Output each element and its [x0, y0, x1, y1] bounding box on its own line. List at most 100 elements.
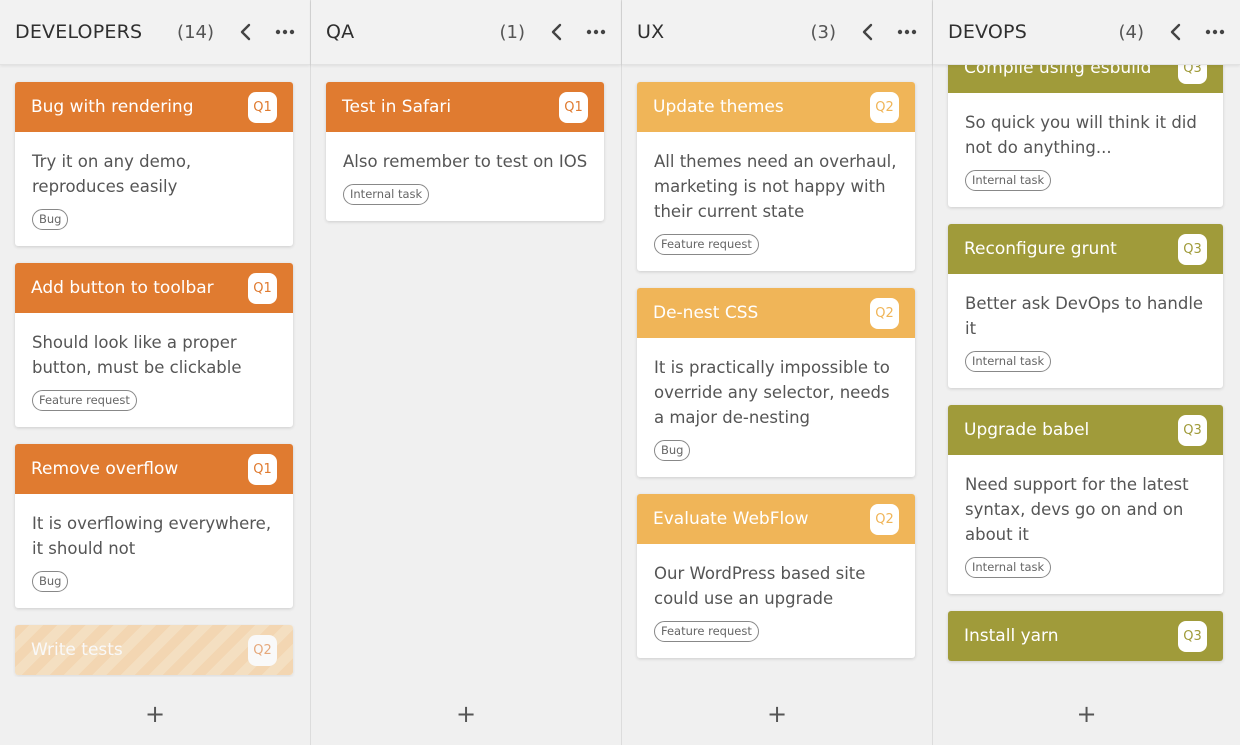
card-tag: Internal task [965, 351, 1052, 372]
task-card-dragging[interactable]: Write tests Q2 [15, 625, 293, 675]
quarter-badge: Q3 [1178, 620, 1207, 652]
task-card[interactable]: Reconfigure grunt Q3 Better ask DevOps t… [948, 224, 1223, 388]
card-header: Compile using esbuild Q3 [948, 65, 1223, 93]
card-title: Add button to toolbar [31, 278, 214, 298]
column-header: UX (3) [622, 0, 932, 65]
card-description: Should look like a proper button, must b… [32, 333, 242, 377]
card-title: Bug with rendering [31, 97, 194, 117]
task-card[interactable]: Bug with rendering Q1 Try it on any demo… [15, 82, 293, 246]
task-card[interactable]: De-nest CSS Q2 It is practically impossi… [637, 288, 915, 477]
column-header: DEVOPS (4) [933, 0, 1240, 65]
card-body: It is practically impossible to override… [637, 338, 915, 477]
quarter-badge: Q1 [248, 91, 277, 123]
card-description: Also remember to test on IOS [343, 152, 588, 171]
card-description: All themes need an overhaul, marketing i… [654, 152, 897, 221]
card-header: Reconfigure grunt Q3 [948, 224, 1223, 274]
task-card[interactable]: Upgrade babel Q3 Need support for the la… [948, 405, 1223, 594]
column-count: (14) [177, 21, 214, 43]
column-title: DEVELOPERS [15, 21, 143, 43]
card-header: Install yarn Q3 [948, 611, 1223, 661]
card-description: Need support for the latest syntax, devs… [965, 475, 1189, 544]
collapse-chevron-icon[interactable] [545, 21, 567, 43]
more-options-icon[interactable] [1204, 21, 1226, 43]
card-title: Install yarn [964, 626, 1059, 646]
quarter-badge: Q1 [559, 91, 588, 123]
task-card[interactable]: Compile using esbuild Q3 So quick you wi… [948, 65, 1223, 207]
card-tag: Internal task [965, 557, 1052, 578]
quarter-badge: Q3 [1178, 65, 1207, 84]
card-body: Our WordPress based site could use an up… [637, 544, 915, 658]
column-developers: DEVELOPERS (14) Bug with rendering Q1 Tr… [0, 0, 311, 745]
quarter-badge: Q1 [248, 453, 277, 485]
column-body: Test in Safari Q1 Also remember to test … [311, 65, 621, 745]
card-tag: Internal task [343, 184, 430, 205]
card-description: So quick you will think it did not do an… [965, 113, 1197, 157]
task-card[interactable]: Test in Safari Q1 Also remember to test … [326, 82, 604, 221]
card-header: Evaluate WebFlow Q2 [637, 494, 915, 544]
card-header: Bug with rendering Q1 [15, 82, 293, 132]
card-tag: Bug [32, 209, 69, 230]
more-options-icon[interactable] [585, 21, 607, 43]
add-card-button[interactable]: + [311, 683, 621, 745]
card-title: Update themes [653, 97, 784, 117]
column-header: QA (1) [311, 0, 621, 65]
column-title: UX [637, 21, 665, 43]
column-count: (4) [1118, 21, 1145, 43]
collapse-chevron-icon[interactable] [234, 21, 256, 43]
card-tag: Feature request [654, 234, 759, 255]
column-header: DEVELOPERS (14) [0, 0, 310, 65]
quarter-badge: Q2 [248, 634, 277, 666]
column-devops: DEVOPS (4) Compile using esbuild Q3 So q… [933, 0, 1240, 745]
card-description: Better ask DevOps to handle it [965, 294, 1204, 338]
card-title: Test in Safari [342, 97, 452, 117]
column-count: (1) [499, 21, 526, 43]
card-title: Write tests [31, 640, 123, 660]
column-count: (3) [810, 21, 837, 43]
card-body: All themes need an overhaul, marketing i… [637, 132, 915, 271]
add-card-button[interactable]: + [622, 683, 932, 745]
column-title: QA [326, 21, 355, 43]
task-card[interactable]: Install yarn Q3 [948, 611, 1223, 661]
card-tag: Bug [654, 440, 691, 461]
card-title: De-nest CSS [653, 303, 759, 323]
card-header: Upgrade babel Q3 [948, 405, 1223, 455]
task-card[interactable]: Update themes Q2 All themes need an over… [637, 82, 915, 271]
add-card-button[interactable]: + [933, 683, 1240, 745]
quarter-badge: Q2 [870, 297, 899, 329]
card-tag: Feature request [654, 621, 759, 642]
card-body: Also remember to test on IOS Internal ta… [326, 132, 604, 221]
card-description: It is overflowing everywhere, it should … [32, 514, 272, 558]
card-title: Reconfigure grunt [964, 239, 1117, 259]
more-options-icon[interactable] [896, 21, 918, 43]
card-header: De-nest CSS Q2 [637, 288, 915, 338]
collapse-chevron-icon[interactable] [856, 21, 878, 43]
column-qa: QA (1) Test in Safari Q1 Also remember t… [311, 0, 622, 745]
kanban-board: DEVELOPERS (14) Bug with rendering Q1 Tr… [0, 0, 1240, 745]
card-title: Compile using esbuild [964, 65, 1152, 78]
card-body: Try it on any demo, reproduces easily Bu… [15, 132, 293, 246]
task-card[interactable]: Evaluate WebFlow Q2 Our WordPress based … [637, 494, 915, 658]
task-card[interactable]: Add button to toolbar Q1 Should look lik… [15, 263, 293, 427]
card-title: Remove overflow [31, 459, 179, 479]
card-description: Our WordPress based site could use an up… [654, 564, 866, 608]
card-body: It is overflowing everywhere, it should … [15, 494, 293, 608]
card-header: Update themes Q2 [637, 82, 915, 132]
card-tag: Feature request [32, 390, 137, 411]
card-body: Should look like a proper button, must b… [15, 313, 293, 427]
quarter-badge: Q3 [1178, 233, 1207, 265]
column-body: Update themes Q2 All themes need an over… [622, 65, 932, 745]
quarter-badge: Q2 [870, 91, 899, 123]
card-header: Remove overflow Q1 [15, 444, 293, 494]
task-card[interactable]: Remove overflow Q1 It is overflowing eve… [15, 444, 293, 608]
more-options-icon[interactable] [274, 21, 296, 43]
quarter-badge: Q2 [870, 503, 899, 535]
column-body: Compile using esbuild Q3 So quick you wi… [933, 65, 1240, 745]
add-card-button[interactable]: + [0, 683, 310, 745]
card-tag: Internal task [965, 170, 1052, 191]
column-body: Bug with rendering Q1 Try it on any demo… [0, 65, 310, 745]
card-description: It is practically impossible to override… [654, 358, 890, 427]
card-header: Write tests Q2 [15, 625, 293, 675]
card-body: Need support for the latest syntax, devs… [948, 455, 1223, 594]
card-header: Test in Safari Q1 [326, 82, 604, 132]
collapse-chevron-icon[interactable] [1164, 21, 1186, 43]
